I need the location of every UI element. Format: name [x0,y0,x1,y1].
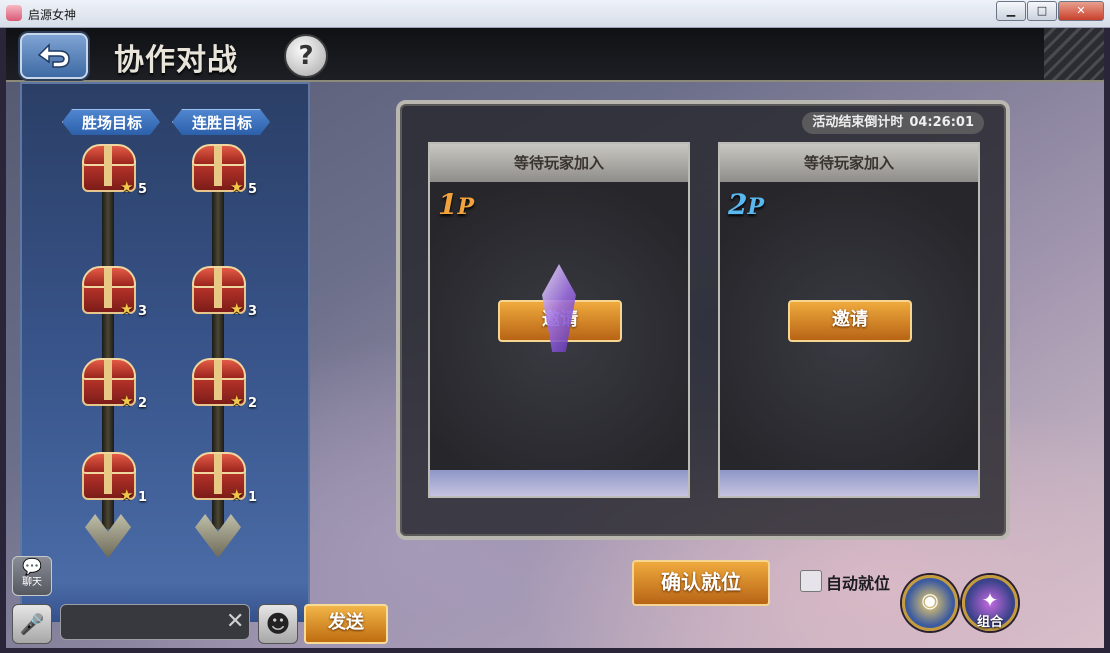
auto-ready-checkbox[interactable] [800,570,822,592]
countdown-label: 活动结束倒计时 [812,115,904,130]
event-countdown: 活动结束倒计时 04:26:01 [802,112,984,134]
player-slot-2: 等待玩家加入 2P 邀请 [718,142,980,498]
confirm-ready-button[interactable]: 确认就位 [632,560,770,606]
header-decoration [1044,28,1104,80]
game-scene: 协作对战 ? 胜场目标 连胜目标 ★ 5 ★ 3 ★ 2 ★ 1 ★ 5 ★ 3… [6,28,1104,648]
slot-footer [430,470,688,496]
star-icon: ★ [230,392,244,410]
streak-target-count: 1 [248,490,258,505]
streak-target-label: 连胜目标 [172,109,270,135]
star-icon: ★ [120,300,134,318]
coop-panel: 活动结束倒计时 04:26:01 等待玩家加入 1P 邀请 等待玩家加入 2P 邀… [396,100,1010,540]
countdown-value: 04:26:01 [909,115,974,130]
combo-button[interactable]: ✦ 组合 [962,575,1018,631]
star-icon: ★ [230,486,244,504]
slot-status: 等待玩家加入 [720,144,978,182]
help-button[interactable]: ? [284,34,328,78]
player-slot-1: 等待玩家加入 1P 邀请 [428,142,690,498]
window-titlebar: 启源女神 ▁ □ ✕ [0,0,1110,28]
star-icon: ★ [120,178,134,196]
player-1-badge: 1P [438,188,475,221]
win-target-label: 胜场目标 [62,109,160,135]
minimize-button[interactable]: ▁ [996,1,1026,21]
page-title: 协作对战 [114,43,238,78]
chat-bubble-icon: 💬 [22,557,42,576]
chat-bar: 🎤 ✕ ☻ 发送 [6,600,391,648]
close-button[interactable]: ✕ [1058,1,1104,21]
emoji-button[interactable]: ☻ [258,604,298,644]
app-icon [6,5,22,21]
win-target-count: 2 [138,396,148,411]
back-button[interactable] [20,33,88,79]
top-header: 协作对战 ? [6,28,1104,82]
chat-input[interactable] [60,604,250,640]
reward-banner: 胜场目标 连胜目标 ★ 5 ★ 3 ★ 2 ★ 1 ★ 5 ★ 3 ★ 2 ★ … [20,82,310,622]
send-button[interactable]: 发送 [304,604,388,644]
player-2-badge: 2P [728,188,765,221]
orb-icon: ✦ [981,588,999,612]
streak-target-count: 3 [248,304,258,319]
streak-target-count: 5 [248,182,258,197]
win-target-count: 1 [138,490,148,505]
info-round-button[interactable]: ◉ [902,575,958,631]
star-icon: ★ [120,392,134,410]
star-icon: ★ [230,178,244,196]
microphone-button[interactable]: 🎤 [12,604,52,644]
slot-footer [720,470,978,496]
back-arrow-icon [37,43,70,68]
window-controls: ▁ □ ✕ [995,1,1104,21]
smiley-icon: ☻ [265,610,291,638]
compass-icon: ◉ [921,588,939,612]
star-icon: ★ [230,300,244,318]
auto-ready-label: 自动就位 [826,574,891,593]
chat-button-label: 聊天 [22,577,42,588]
microphone-icon: 🎤 [19,612,45,636]
invite-button[interactable]: 邀请 [788,300,912,342]
window-title: 启源女神 [28,8,77,22]
chat-button[interactable]: 💬 聊天 [12,556,52,596]
slot-status: 等待玩家加入 [430,144,688,182]
maximize-button[interactable]: □ [1027,1,1057,21]
clear-icon[interactable]: ✕ [226,609,244,634]
combo-label: 组合 [976,615,1003,630]
win-target-count: 5 [138,182,148,197]
star-icon: ★ [120,486,134,504]
streak-target-count: 2 [248,396,258,411]
win-target-count: 3 [138,304,148,319]
